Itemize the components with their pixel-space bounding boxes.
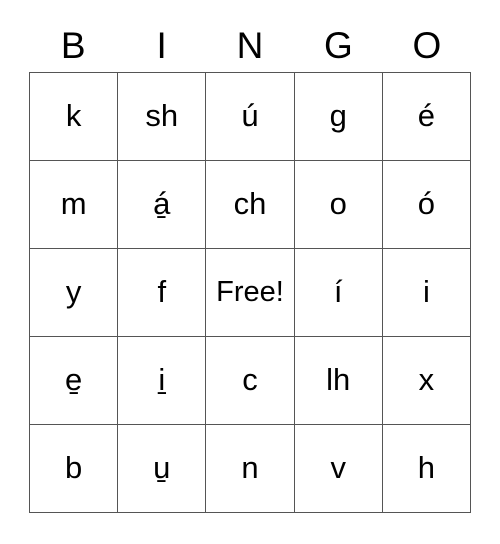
bingo-cell-n2[interactable]: ch: [206, 161, 295, 249]
bingo-cell-label: u̱: [153, 450, 171, 486]
bingo-cell-n5[interactable]: n: [206, 425, 295, 513]
bingo-row-5: b u̱ n v h: [30, 425, 472, 513]
bingo-cell-free[interactable]: Free!: [206, 249, 295, 337]
bingo-cell-label: e̱: [64, 362, 83, 398]
bingo-cell-o2[interactable]: ó: [382, 161, 472, 249]
bingo-cell-g1[interactable]: g: [294, 73, 383, 161]
bingo-cell-label: lh: [326, 362, 351, 398]
bingo-cell-label: sh: [145, 98, 179, 134]
bingo-row-2: m á̱ ch o ó: [30, 161, 472, 249]
bingo-row-4: e̱ i̱ c lh x: [30, 337, 472, 425]
bingo-grid: k sh ú g é m á̱ ch o ó y f Free! í i e̱ …: [29, 72, 472, 513]
bingo-cell-label: c: [242, 362, 258, 398]
bingo-cell-label: ch: [233, 186, 267, 222]
bingo-header-letter-b: B: [60, 24, 86, 66]
bingo-row-3: y f Free! í i: [30, 249, 472, 337]
bingo-card: B I N G O k sh ú g é m á̱ ch o ó y f Fre…: [0, 0, 500, 544]
bingo-header-letter-n: N: [236, 24, 264, 66]
bingo-cell-g3[interactable]: í: [294, 249, 383, 337]
bingo-header-letter-i: I: [156, 24, 167, 66]
bingo-cell-i1[interactable]: sh: [118, 73, 207, 161]
bingo-cell-b3[interactable]: y: [30, 249, 119, 337]
bingo-cell-n1[interactable]: ú: [206, 73, 295, 161]
bingo-cell-label: ú: [241, 98, 259, 134]
bingo-cell-o4[interactable]: x: [382, 337, 472, 425]
bingo-cell-label: v: [330, 450, 346, 486]
bingo-cell-g4[interactable]: lh: [294, 337, 383, 425]
bingo-cell-label: f: [157, 274, 167, 310]
bingo-cell-label: í: [333, 274, 343, 310]
bingo-cell-label: ó: [417, 186, 436, 222]
bingo-free-label: Free!: [216, 276, 284, 309]
bingo-cell-label: b: [64, 450, 83, 486]
bingo-cell-label: á̱: [153, 186, 171, 222]
bingo-cell-label: m: [60, 186, 87, 222]
bingo-header-row: B I N G O: [29, 18, 471, 72]
bingo-cell-label: i: [422, 274, 430, 310]
bingo-cell-b5[interactable]: b: [30, 425, 119, 513]
bingo-cell-i3[interactable]: f: [118, 249, 207, 337]
bingo-cell-b1[interactable]: k: [30, 73, 119, 161]
bingo-cell-label: g: [329, 98, 347, 134]
bingo-cell-label: o: [329, 186, 347, 222]
bingo-cell-o1[interactable]: é: [382, 73, 472, 161]
bingo-cell-o3[interactable]: i: [382, 249, 472, 337]
bingo-cell-label: é: [417, 98, 436, 134]
bingo-cell-b4[interactable]: e̱: [30, 337, 119, 425]
bingo-cell-g2[interactable]: o: [294, 161, 383, 249]
bingo-header-letter-o: O: [412, 24, 442, 66]
bingo-cell-o5[interactable]: h: [382, 425, 472, 513]
bingo-cell-i2[interactable]: á̱: [118, 161, 207, 249]
bingo-cell-g5[interactable]: v: [294, 425, 383, 513]
bingo-cell-label: y: [65, 274, 82, 310]
bingo-cell-b2[interactable]: m: [30, 161, 119, 249]
bingo-cell-n4[interactable]: c: [206, 337, 295, 425]
bingo-header-letter-g: G: [324, 24, 353, 66]
bingo-cell-i5[interactable]: u̱: [118, 425, 207, 513]
bingo-cell-label: h: [417, 450, 436, 486]
bingo-row-1: k sh ú g é: [30, 73, 472, 161]
bingo-cell-label: x: [418, 362, 435, 398]
bingo-cell-label: k: [65, 98, 82, 134]
bingo-cell-i4[interactable]: i̱: [118, 337, 207, 425]
bingo-cell-label: n: [241, 450, 259, 486]
bingo-cell-label: i̱: [158, 362, 166, 398]
